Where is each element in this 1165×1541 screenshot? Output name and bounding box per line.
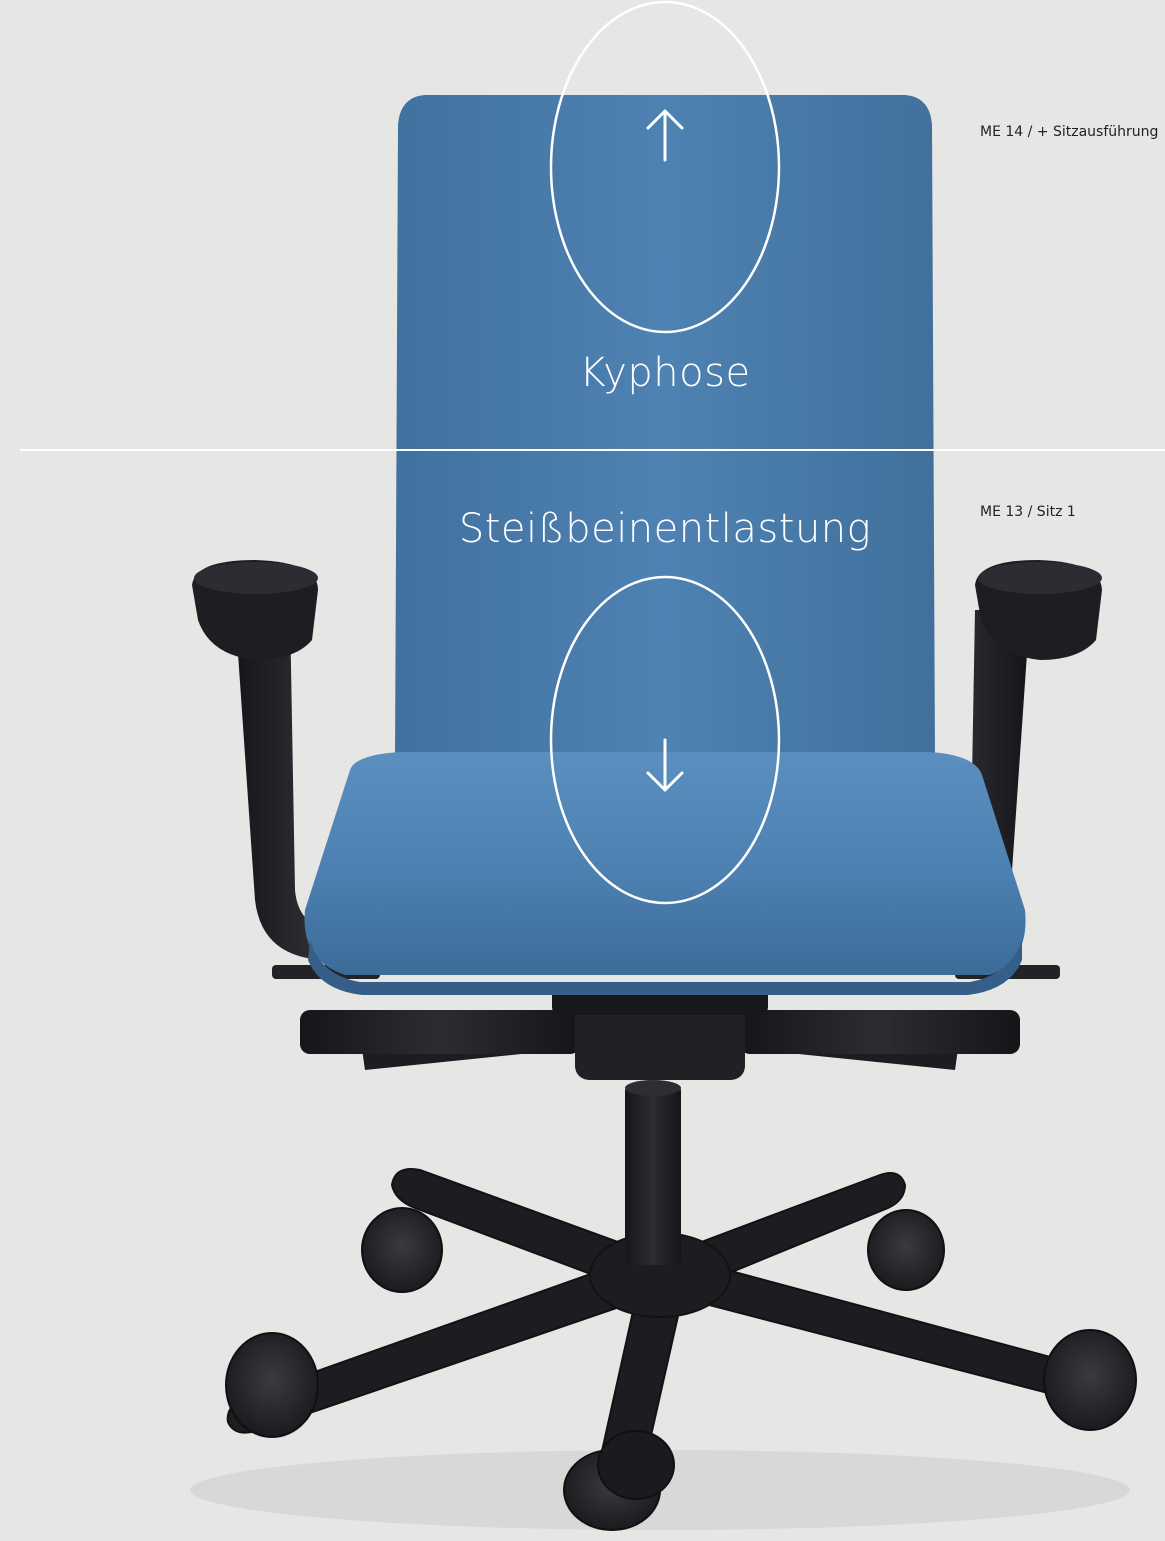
model-label-top: ME 14 / + Sitzausführung — [980, 124, 1159, 140]
model-label-middle: ME 13 / Sitz 1 — [980, 504, 1076, 520]
office-chair-image — [20, 0, 1165, 1531]
kyphose-label: Kyphose — [579, 350, 751, 396]
backrest — [395, 95, 935, 760]
product-illustration — [0, 0, 1165, 1536]
tilt-mechanism — [300, 985, 1020, 1080]
gas-lift-column — [625, 1085, 681, 1265]
